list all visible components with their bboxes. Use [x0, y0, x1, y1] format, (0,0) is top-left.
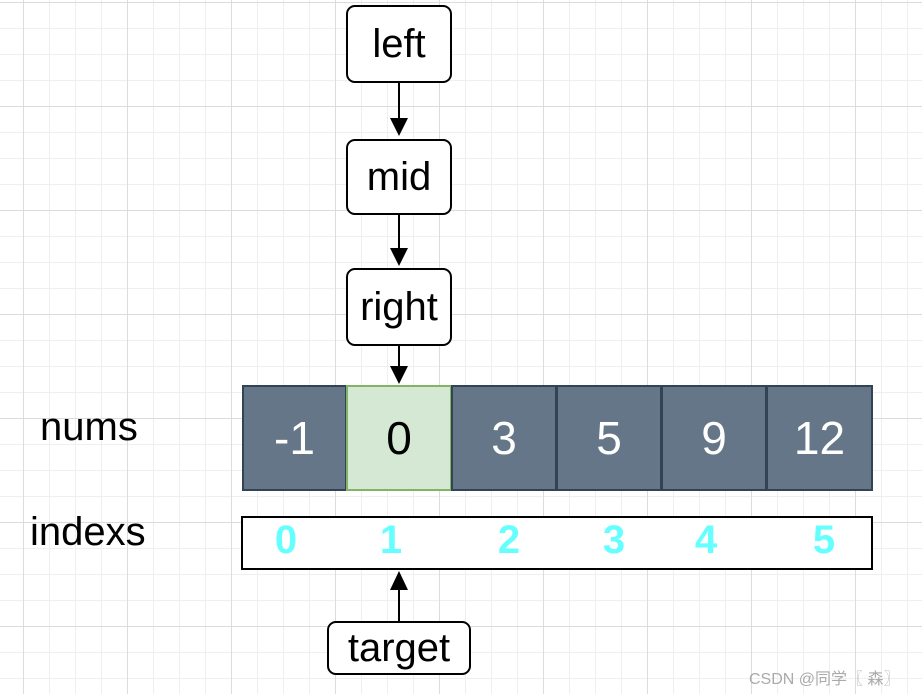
array-cell: -1 — [242, 385, 347, 491]
arrows — [390, 83, 408, 621]
index-label: 3 — [602, 518, 626, 562]
index-label: 4 — [694, 518, 718, 562]
index-label: 5 — [812, 518, 836, 562]
indexs-label: indexs — [30, 510, 146, 554]
target-box: target — [327, 621, 471, 675]
mid-pointer-box: mid — [346, 139, 452, 215]
nums-label: nums — [40, 405, 138, 449]
array-cell: 9 — [661, 385, 767, 491]
array-cell: 5 — [556, 385, 662, 491]
index-label: 2 — [497, 518, 521, 562]
array-cell: 12 — [766, 385, 873, 491]
watermark: CSDN @同学〖 森〗 — [749, 671, 900, 688]
index-label: 0 — [274, 518, 298, 562]
right-pointer-box: right — [346, 268, 452, 346]
left-pointer-box: left — [346, 5, 452, 83]
array-cell: 3 — [451, 385, 557, 491]
array-cell-highlighted: 0 — [346, 385, 452, 491]
index-row — [241, 516, 873, 570]
index-label: 1 — [379, 518, 403, 562]
